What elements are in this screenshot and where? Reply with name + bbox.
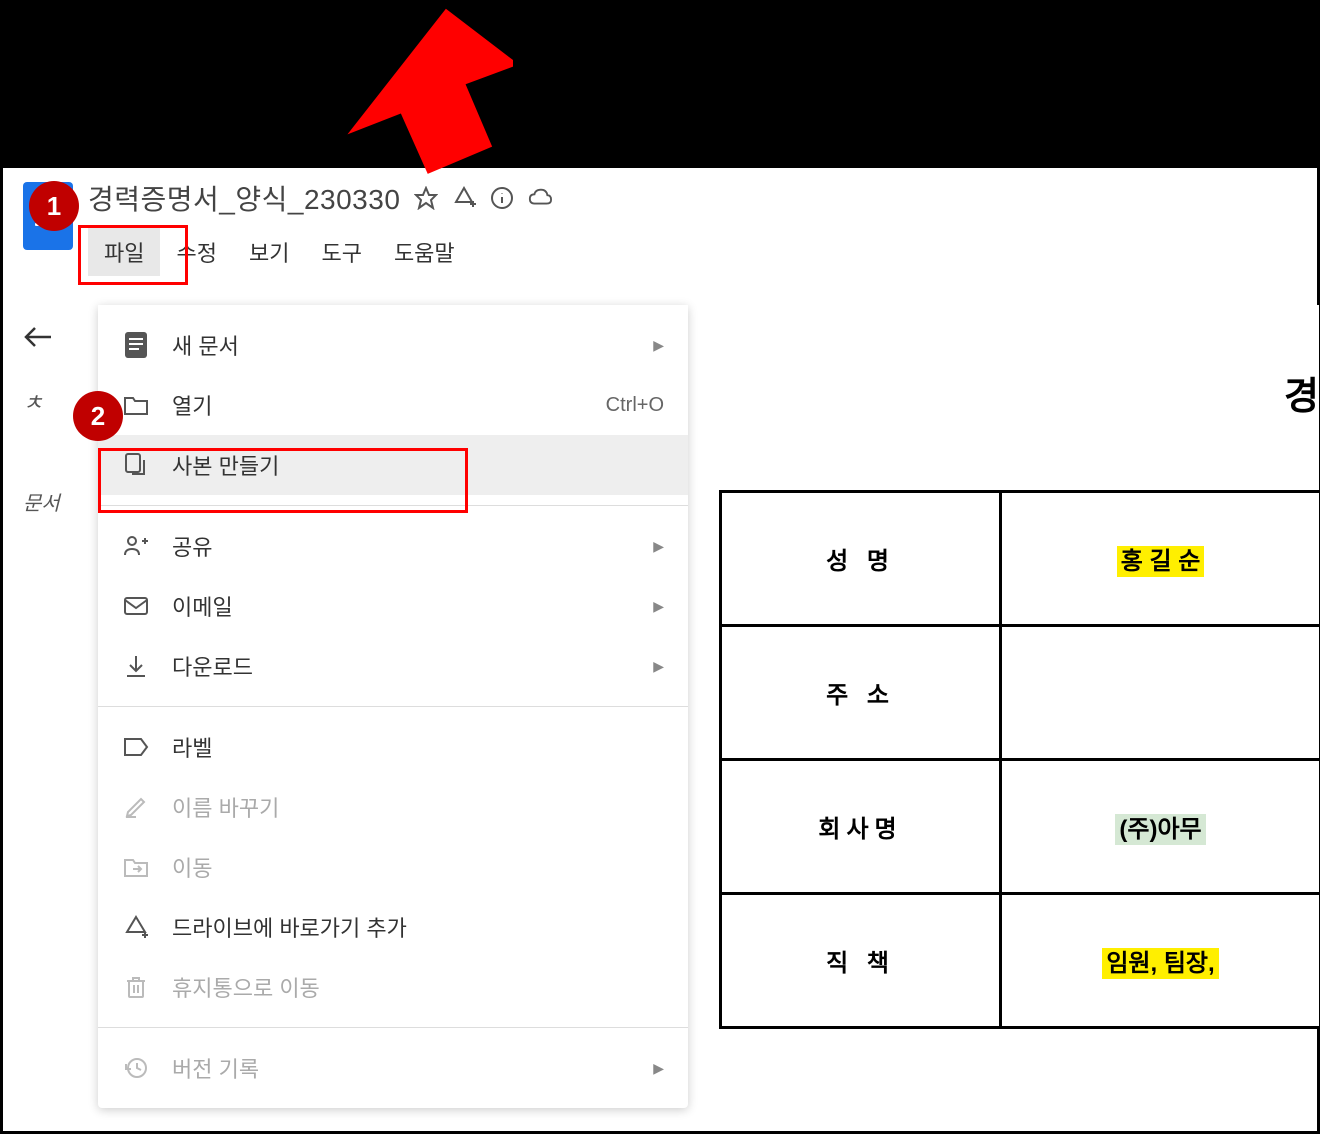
- menu-item-label: 이메일: [172, 590, 233, 622]
- edit-icon: [122, 793, 150, 821]
- menu-separator: [98, 706, 688, 707]
- menu-item-label: 이름 바꾸기: [172, 791, 279, 823]
- label-icon: [122, 733, 150, 761]
- menu-email[interactable]: 이메일 ▶: [98, 576, 688, 636]
- drive-shortcut-icon: [122, 913, 150, 941]
- email-icon: [122, 592, 150, 620]
- download-icon: [122, 652, 150, 680]
- menu-item-label: 공유: [172, 530, 212, 562]
- table-row: 성 명홍 길 순: [721, 492, 1320, 626]
- table-label-cell: 주 소: [721, 626, 1001, 760]
- chevron-right-icon: ▶: [653, 1060, 664, 1077]
- menu-item-label: 이동: [172, 851, 212, 883]
- menu-rename: 이름 바꾸기: [98, 777, 688, 837]
- back-arrow-icon[interactable]: [23, 325, 73, 349]
- menu-help[interactable]: 도움말: [378, 228, 471, 276]
- menu-label[interactable]: 라벨: [98, 717, 688, 777]
- table-value-cell[interactable]: 홍 길 순: [1001, 492, 1320, 626]
- chevron-right-icon: ▶: [653, 598, 664, 615]
- chevron-right-icon: ▶: [653, 337, 664, 354]
- menu-share[interactable]: 공유 ▶: [98, 516, 688, 576]
- chevron-right-icon: ▶: [653, 658, 664, 675]
- annotation-badge-2: 2: [73, 391, 123, 441]
- menu-new-doc[interactable]: 새 문서 ▶: [98, 315, 688, 375]
- folder-icon: [122, 391, 150, 419]
- document-canvas[interactable]: 경 성 명홍 길 순주 소회사명(주)아무직 책임원, 팀장,: [719, 305, 1319, 1029]
- menu-item-label: 드라이브에 바로가기 추가: [172, 911, 407, 943]
- document-icon: [122, 331, 150, 359]
- menu-drive-shortcut[interactable]: 드라이브에 바로가기 추가: [98, 897, 688, 957]
- menu-tools[interactable]: 도구: [305, 228, 377, 276]
- menu-item-label: 사본 만들기: [172, 449, 279, 481]
- document-table: 성 명홍 길 순주 소회사명(주)아무직 책임원, 팀장,: [719, 490, 1319, 1029]
- menu-version-history[interactable]: 버전 기록 ▶: [98, 1038, 688, 1098]
- menu-item-label: 휴지통으로 이동: [172, 971, 320, 1003]
- table-value-cell[interactable]: 임원, 팀장,: [1001, 894, 1320, 1028]
- move-icon: [122, 853, 150, 881]
- annotation-badge-1: 1: [29, 181, 79, 231]
- sidebar-label-2: 문서: [23, 487, 73, 516]
- menu-item-label: 새 문서: [172, 329, 239, 361]
- menu-file[interactable]: 파일: [88, 228, 160, 276]
- app-header: 경력증명서_양식_230330 파일 수정 보기 도구 도움말: [3, 168, 1317, 276]
- menu-edit[interactable]: 수정: [160, 228, 232, 276]
- history-icon: [122, 1054, 150, 1082]
- menu-make-copy[interactable]: 사본 만들기: [98, 435, 688, 495]
- menu-download[interactable]: 다운로드 ▶: [98, 636, 688, 696]
- table-row: 회사명(주)아무: [721, 760, 1320, 894]
- copy-icon: [122, 451, 150, 479]
- shortcut-label: Ctrl+O: [606, 394, 664, 417]
- table-label-cell: 직 책: [721, 894, 1001, 1028]
- person-add-icon: [122, 532, 150, 560]
- file-dropdown-menu: 새 문서 ▶ 열기 Ctrl+O 사본 만들기 공유 ▶ 이메일 ▶ 다운로드 …: [98, 305, 688, 1108]
- menu-trash: 휴지통으로 이동: [98, 957, 688, 1017]
- table-value-cell[interactable]: (주)아무: [1001, 760, 1320, 894]
- document-heading: 경: [719, 305, 1319, 450]
- menu-item-label: 다운로드: [172, 650, 253, 682]
- menu-bar: 파일 수정 보기 도구 도움말: [23, 228, 1297, 276]
- menu-separator: [98, 1027, 688, 1028]
- chevron-right-icon: ▶: [653, 538, 664, 555]
- table-label-cell: 회사명: [721, 760, 1001, 894]
- menu-open[interactable]: 열기 Ctrl+O: [98, 375, 688, 435]
- menu-view[interactable]: 보기: [233, 228, 305, 276]
- red-arrow-annotation: [283, 3, 513, 193]
- menu-item-label: 라벨: [172, 731, 212, 763]
- table-row: 주 소: [721, 626, 1320, 760]
- table-label-cell: 성 명: [721, 492, 1001, 626]
- sidebar-label-1: ㅊ: [23, 385, 73, 417]
- menu-move: 이동: [98, 837, 688, 897]
- menu-item-label: 버전 기록: [172, 1052, 259, 1084]
- cloud-icon[interactable]: [528, 186, 552, 210]
- table-row: 직 책임원, 팀장,: [721, 894, 1320, 1028]
- menu-separator: [98, 505, 688, 506]
- menu-item-label: 열기: [172, 389, 212, 421]
- top-black-bar: [3, 3, 1317, 168]
- trash-icon: [122, 973, 150, 1001]
- table-value-cell[interactable]: [1001, 626, 1320, 760]
